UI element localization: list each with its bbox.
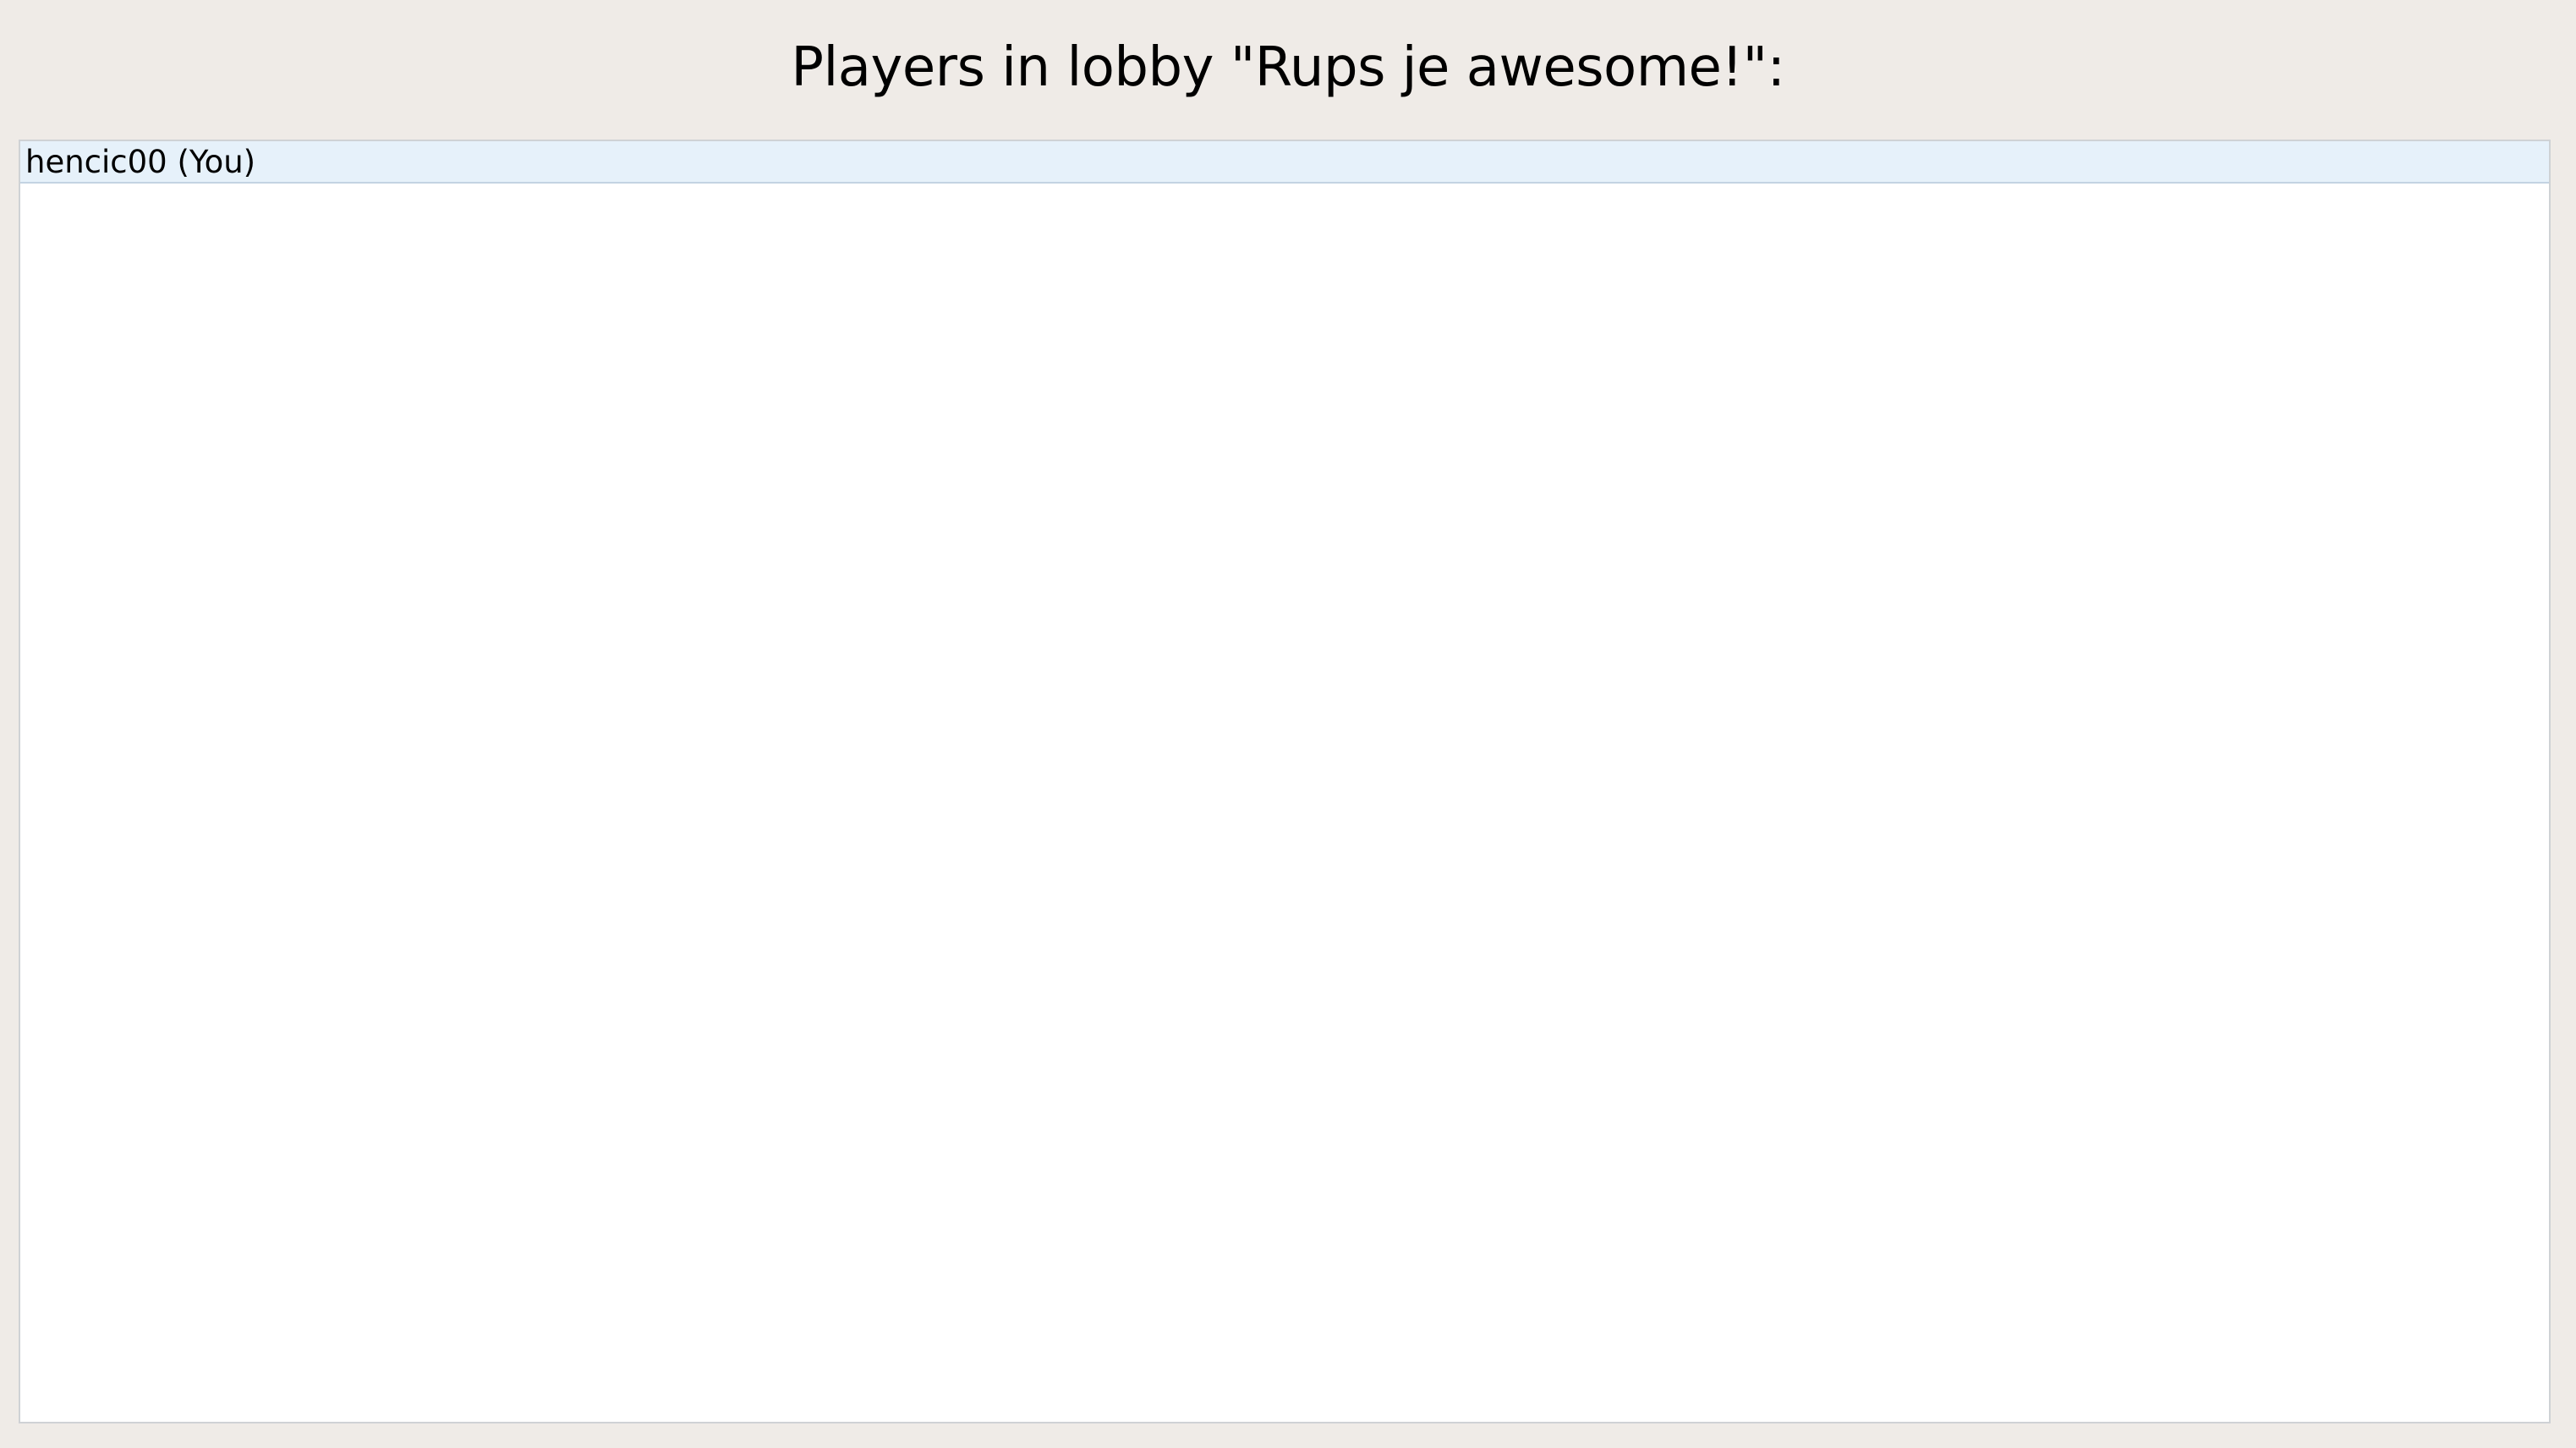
player-list[interactable]: hencic00 (You) (19, 140, 2551, 1423)
player-list-item[interactable]: hencic00 (You) (20, 141, 2549, 184)
lobby-title: Players in lobby "Rups je awesome!": (791, 36, 1785, 99)
